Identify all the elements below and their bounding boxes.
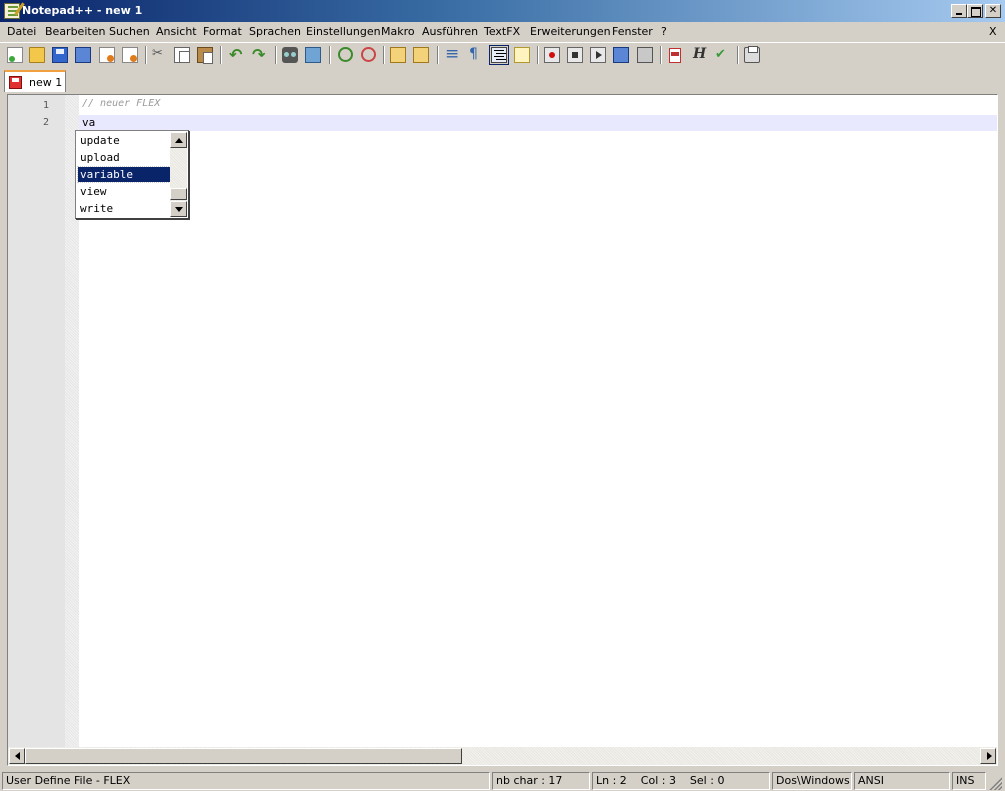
open-file-icon[interactable] [29,47,45,63]
spell-check-icon[interactable] [713,47,729,63]
menu-format[interactable]: Format [203,25,242,38]
replace-icon[interactable] [305,47,321,63]
undo-icon[interactable] [228,45,244,64]
save-all-icon[interactable] [75,47,91,63]
html-icon[interactable] [690,46,706,63]
new-file-icon[interactable] [7,47,23,63]
close-file-icon[interactable] [99,47,115,63]
close-window-button[interactable]: ✕ [985,4,1001,18]
tab-new-1[interactable]: new 1 [4,70,66,92]
line-number: 2 [42,117,49,128]
resize-grip-icon[interactable] [988,776,1002,790]
zoom-out-icon[interactable] [359,47,376,63]
stop-macro-icon[interactable] [567,47,583,63]
menu-erweiterungen[interactable]: Erweiterungen [530,25,611,38]
autocomplete-item-upload[interactable]: upload [78,150,170,165]
toolbar-separator [437,46,439,64]
menu-ausfuehren[interactable]: Ausführen [422,25,478,38]
autocomplete-list[interactable]: update upload variable view write [75,130,189,219]
paste-icon[interactable] [197,47,213,64]
scroll-down-button[interactable] [170,201,187,217]
menu-einstellungen[interactable]: Einstellungen [306,25,381,38]
sync-vertical-icon[interactable] [390,47,406,63]
autocomplete-item-update[interactable]: update [78,133,170,148]
toolbar-separator [537,46,539,64]
menu-help[interactable]: ? [661,25,667,38]
toolbar-separator [660,46,662,64]
autocomplete-item-write[interactable]: write [78,201,170,216]
status-bar: User Define File - FLEX nb char : 17 Ln … [0,770,1005,791]
unsaved-file-icon [9,76,22,89]
autocomplete-scrollbar[interactable] [170,132,187,217]
title-bar[interactable]: Notepad++ - new 1 ✕ [0,0,1005,22]
copy-icon[interactable] [174,47,190,63]
horizontal-scrollbar[interactable] [8,747,997,765]
status-eol: Dos\Windows [772,772,852,790]
save-icon[interactable] [52,47,68,63]
code-line-comment: // neuer FLEX [82,98,161,109]
autocomplete-item-variable[interactable]: variable [77,166,171,183]
toolbar-separator [383,46,385,64]
close-document-button[interactable]: X [989,25,997,38]
toolbar-separator [220,46,222,64]
menu-ansicht[interactable]: Ansicht [156,25,197,38]
tab-bar: new 1 [0,67,1005,93]
scroll-left-button[interactable] [9,748,25,764]
status-char-count: nb char : 17 [492,772,590,790]
status-insert-mode: INS [952,772,986,790]
toolbar-separator [329,46,331,64]
play-macro-icon[interactable] [590,47,606,63]
show-all-chars-icon[interactable] [466,46,482,63]
current-line-highlight [79,115,997,131]
line-number-gutter[interactable]: 1 2 [8,95,65,747]
menu-datei[interactable]: Datei [7,25,36,38]
fold-all-icon[interactable] [514,47,530,63]
status-language: User Define File - FLEX [2,772,490,790]
code-line-typed: va [82,116,96,129]
cut-icon[interactable] [151,46,167,63]
horizontal-scroll-thumb[interactable] [25,748,462,764]
toolbar-separator [275,46,277,64]
status-cursor-position: Ln : 2 Col : 3 Sel : 0 [592,772,770,790]
menu-textfx[interactable]: TextFX [484,25,520,38]
run-macro-multiple-icon[interactable] [613,47,629,63]
notepad-app-icon[interactable] [4,3,20,19]
text-area[interactable]: // neuer FLEX va [79,95,997,747]
redo-icon[interactable] [251,45,267,64]
toolbar [0,42,1005,66]
toolbar-separator [145,46,147,64]
print-icon[interactable] [744,46,760,63]
indent-guide-icon[interactable] [489,45,509,65]
autocomplete-scroll-thumb[interactable] [170,188,187,200]
status-encoding: ANSI [854,772,950,790]
pdf-icon[interactable] [667,47,683,63]
word-wrap-icon[interactable] [444,44,460,64]
scroll-right-button[interactable] [980,748,996,764]
maximize-button[interactable] [967,4,983,18]
toolbar-separator [737,46,739,64]
sync-horizontal-icon[interactable] [413,47,429,63]
save-macro-icon[interactable] [637,47,653,63]
menu-bearbeiten[interactable]: Bearbeiten [45,25,105,38]
scroll-up-button[interactable] [170,132,187,148]
menu-bar: Datei Bearbeiten Suchen Ansicht Format S… [0,22,1005,41]
minimize-button[interactable] [951,4,967,18]
zoom-in-icon[interactable] [336,47,353,63]
menu-sprachen[interactable]: Sprachen [249,25,301,38]
menu-fenster[interactable]: Fenster [612,25,653,38]
tab-label: new 1 [29,76,63,89]
find-icon[interactable] [282,47,298,63]
autocomplete-item-view[interactable]: view [78,184,170,199]
window-title: Notepad++ - new 1 [22,4,143,17]
close-all-icon[interactable] [122,47,138,63]
line-number: 1 [42,100,49,111]
menu-suchen[interactable]: Suchen [109,25,150,38]
record-macro-icon[interactable] [544,47,560,63]
menu-makro[interactable]: Makro [381,25,415,38]
